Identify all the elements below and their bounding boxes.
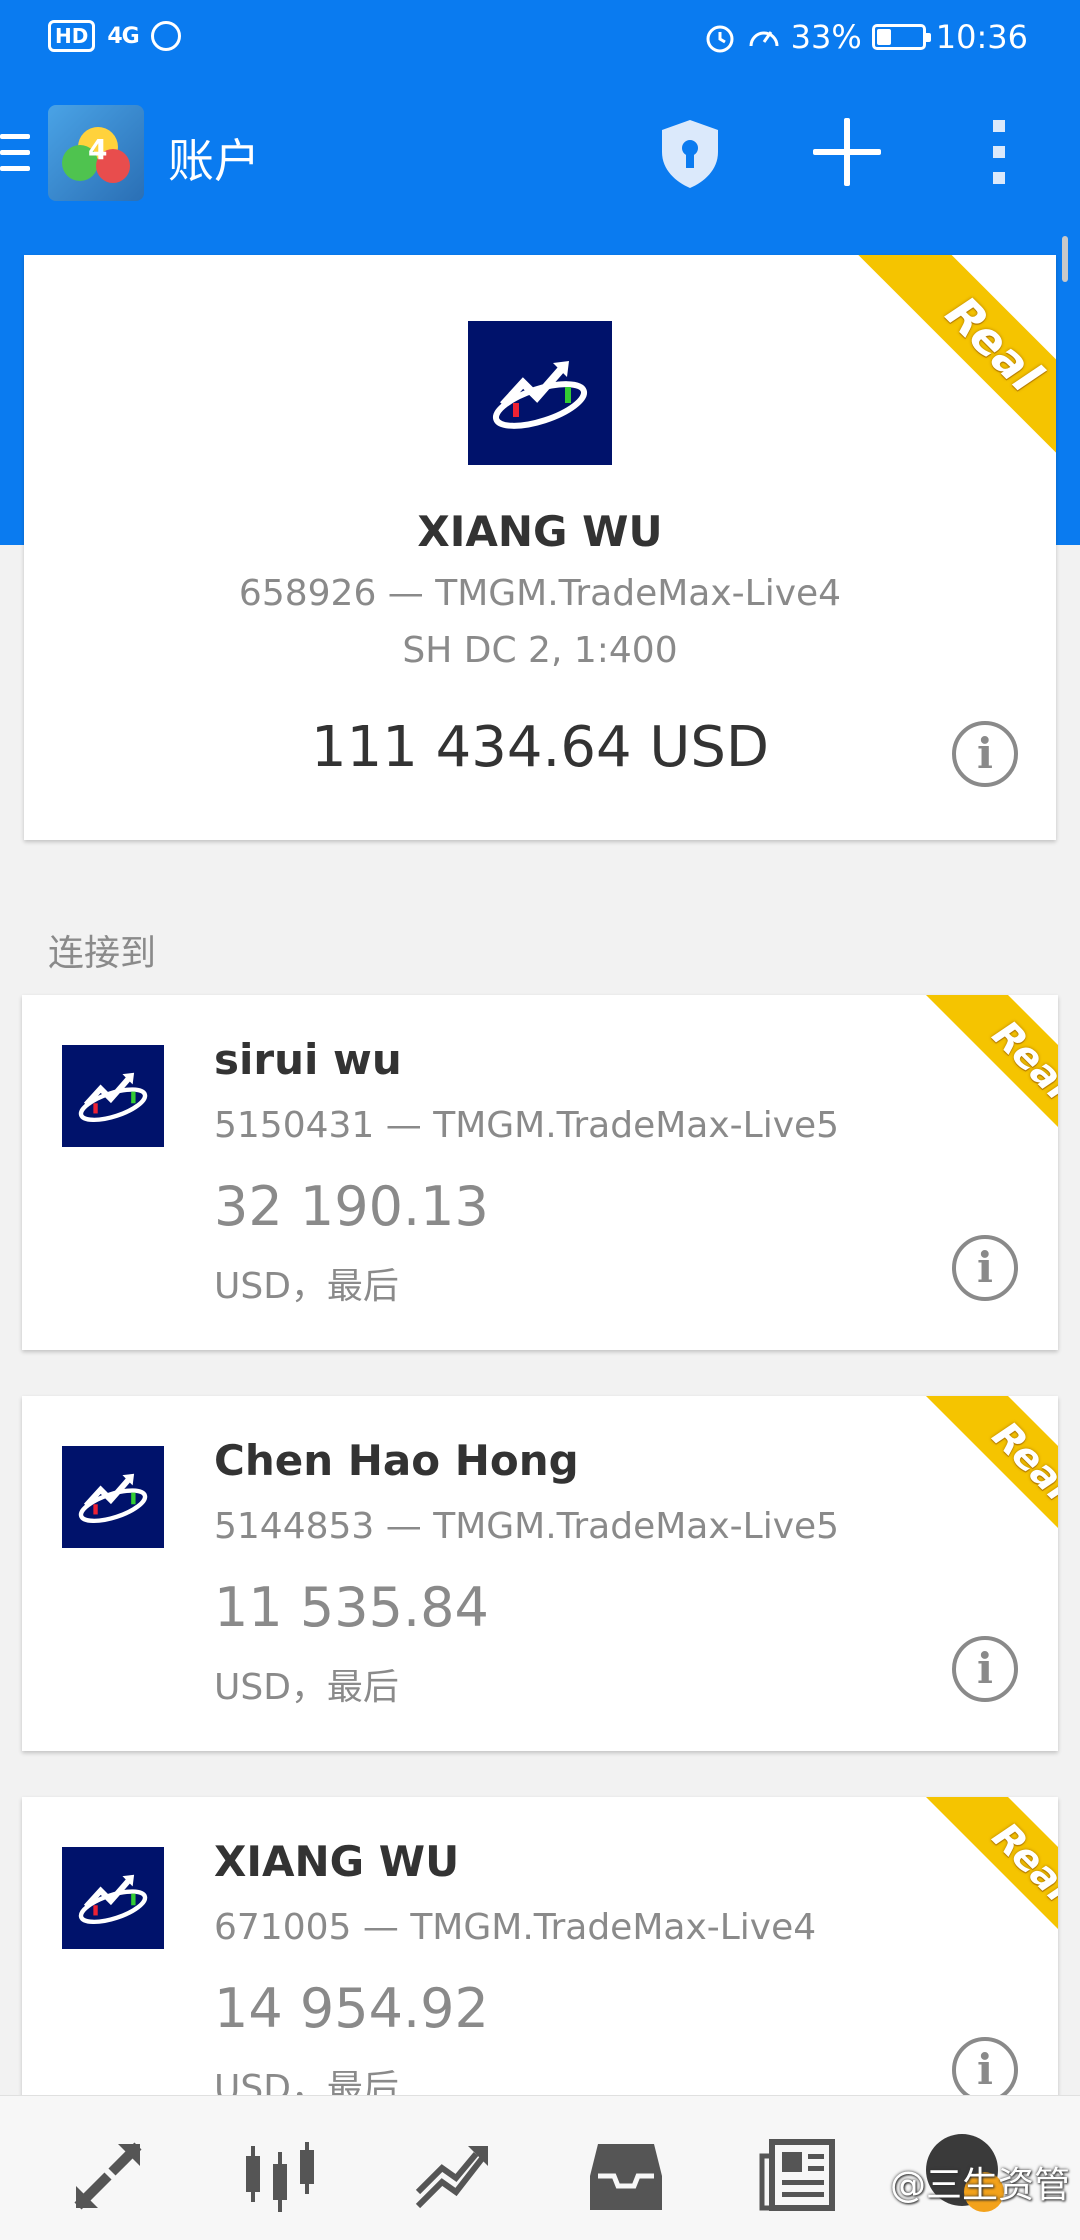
account-number-server: 5144853 — TMGM.TradeMax-Live5 [214, 1506, 840, 1547]
shield-icon[interactable] [658, 118, 722, 190]
broker-logo [62, 1446, 164, 1548]
clock: 10:36 [935, 18, 1028, 56]
speed-icon [749, 31, 779, 47]
real-badge: Real [919, 1396, 1058, 1574]
quotes-icon[interactable] [68, 2136, 148, 2216]
account-group-leverage: SH DC 2, 1:400 [402, 630, 678, 671]
page-title: 账户 [168, 134, 260, 188]
main-account-card[interactable]: Real XIANG WU 658926 — TMGM.TradeMax-Liv… [24, 255, 1056, 840]
more-icon[interactable] [993, 120, 1009, 184]
account-name: XIANG WU [417, 507, 663, 556]
battery-icon [871, 24, 931, 50]
history-icon[interactable] [586, 2136, 666, 2216]
info-icon[interactable]: i [952, 2037, 1018, 2103]
info-icon[interactable]: i [952, 1636, 1018, 1702]
account-name: XIANG WU [214, 1837, 460, 1886]
trade-icon[interactable] [412, 2136, 492, 2216]
account-balance: 14 954.92 [214, 1977, 489, 2040]
chart-icon[interactable] [240, 2136, 320, 2216]
info-icon[interactable]: i [952, 721, 1018, 787]
section-label: 连接到 [48, 933, 157, 974]
alarm-icon [706, 25, 734, 53]
account-card[interactable]: Real Chen Hao Hong 5144853 — TMGM.TradeM… [22, 1396, 1058, 1751]
add-account-icon[interactable] [813, 118, 881, 186]
real-badge: Real [919, 995, 1058, 1173]
account-currency: USD，最后 [214, 1266, 399, 1307]
account-name: Chen Hao Hong [214, 1436, 579, 1485]
account-balance: 111 434.64 USD [310, 715, 770, 780]
account-name: sirui wu [214, 1035, 402, 1084]
status-right: 33% 10:36 [703, 18, 1028, 56]
battery-percent: 33% [790, 18, 862, 56]
bottom-nav: @三生资管 [0, 2095, 1080, 2240]
real-badge: Real [857, 255, 1056, 481]
app-notification-icon [150, 21, 181, 51]
account-number-server: 658926 — TMGM.TradeMax-Live4 [238, 573, 842, 614]
broker-logo [468, 321, 612, 465]
menu-icon[interactable] [0, 134, 30, 178]
account-number-server: 5150431 — TMGM.TradeMax-Live5 [214, 1105, 840, 1146]
account-balance: 11 535.84 [214, 1576, 489, 1639]
account-balance: 32 190.13 [214, 1175, 489, 1238]
account-currency: USD，最后 [214, 1667, 399, 1708]
real-badge: Real [919, 1797, 1058, 1975]
watermark-text: @三生资管 [889, 2165, 1070, 2206]
scrollbar[interactable] [1062, 236, 1068, 282]
news-icon[interactable] [758, 2136, 838, 2216]
status-bar: HD 4G 33% 10:36 [0, 0, 1080, 80]
account-card[interactable]: Real sirui wu 5150431 — TMGM.TradeMax-Li… [22, 995, 1058, 1350]
account-number-server: 671005 — TMGM.TradeMax-Live4 [214, 1907, 817, 1948]
broker-logo [62, 1045, 164, 1147]
app-logo: 4 [48, 105, 144, 201]
info-icon[interactable]: i [952, 1235, 1018, 1301]
broker-logo [62, 1847, 164, 1949]
status-left: HD 4G [48, 20, 181, 52]
hd-indicator: HD [48, 20, 96, 52]
signal-indicator: 4G [107, 23, 139, 49]
